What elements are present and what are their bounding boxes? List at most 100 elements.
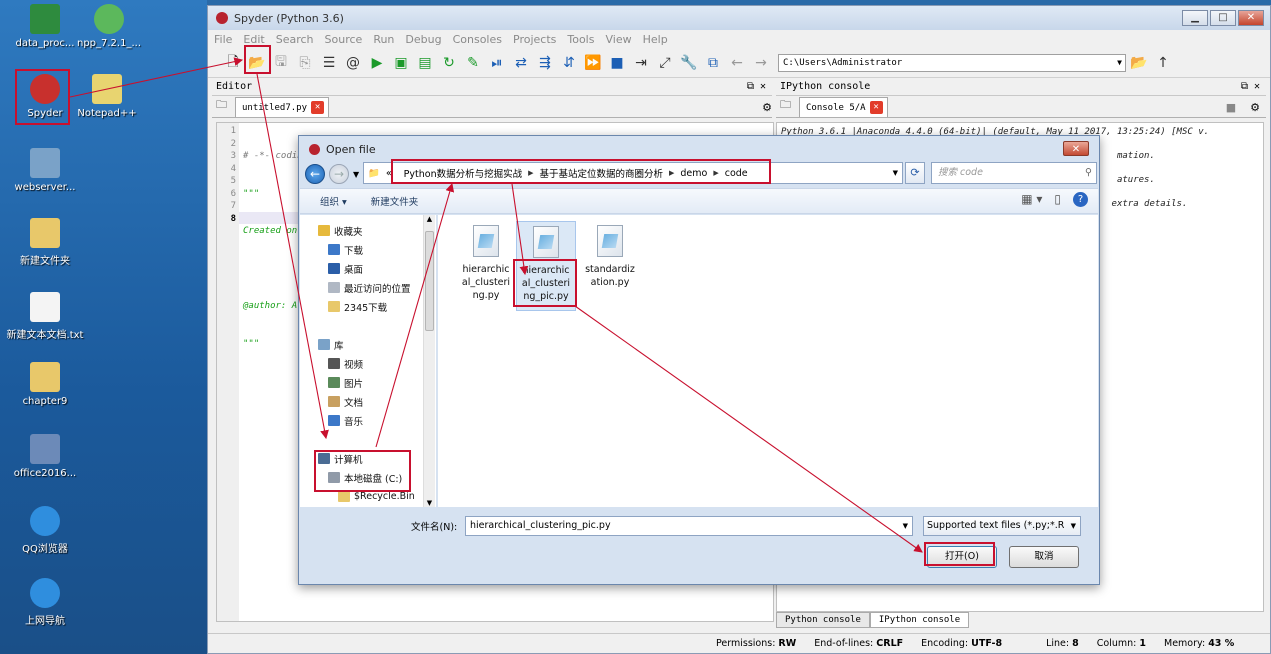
breadcrumb-code[interactable]: code: [719, 168, 754, 179]
tab-console-5a[interactable]: Console 5/A ✕: [799, 97, 888, 117]
save-all-icon[interactable]: ⎘: [294, 52, 316, 74]
cancel-button[interactable]: 取消: [1009, 546, 1079, 568]
step-into-icon[interactable]: ⇶: [534, 52, 556, 74]
stop-icon[interactable]: ■: [606, 52, 628, 74]
desktop-icon-notepadpp[interactable]: Notepad++: [62, 74, 152, 119]
open-button[interactable]: 打开(O): [927, 546, 997, 568]
file-browser-icon[interactable]: 🗀: [216, 96, 227, 115]
nav-item[interactable]: $Recycle.Bin: [300, 487, 436, 506]
menu-search[interactable]: Search: [276, 33, 314, 46]
step-return-icon[interactable]: ⇵: [558, 52, 580, 74]
breadcrumb[interactable]: 📁 « Python数据分析与挖掘实战 ▶ 基于基站定位数据的商圈分析 ▶ de…: [363, 162, 903, 184]
nav-item[interactable]: 本地磁盘 (C:): [300, 468, 436, 487]
maximize-pane-icon[interactable]: ⇥: [630, 52, 652, 74]
title-bar[interactable]: Spyder (Python 3.6) ▁ □ ✕: [208, 6, 1270, 30]
menu-run[interactable]: Run: [373, 33, 394, 46]
desktop-icon-chapter9[interactable]: chapter9: [0, 362, 90, 407]
undock-close-icons[interactable]: ⧉ ✕: [1241, 78, 1260, 96]
refresh-icon[interactable]: ⟳: [905, 162, 925, 184]
python-path-icon[interactable]: ⧉: [702, 52, 724, 74]
dialog-title-bar[interactable]: Open file: [299, 136, 1099, 162]
gear-icon[interactable]: ⚙: [762, 101, 772, 114]
nav-scrollbar[interactable]: ▲ ▼: [423, 215, 435, 507]
fullscreen-icon[interactable]: ⤢: [654, 52, 676, 74]
rerun-icon[interactable]: ↻: [438, 52, 460, 74]
breadcrumb-chapter[interactable]: 基于基站定位数据的商圈分析: [533, 166, 669, 180]
new-file-icon[interactable]: 🗋: [222, 52, 244, 74]
preferences-icon[interactable]: 🔧: [678, 52, 700, 74]
open-folder-icon[interactable]: 📂: [246, 52, 268, 74]
menu-view[interactable]: View: [605, 33, 631, 46]
nav-item[interactable]: 音乐: [300, 411, 436, 430]
debug-icon[interactable]: ⏯: [486, 52, 508, 74]
menu-source[interactable]: Source: [325, 33, 363, 46]
gear-icon[interactable]: ⚙: [1250, 101, 1260, 114]
wrench-run-icon[interactable]: ✎: [462, 52, 484, 74]
file-browser-icon[interactable]: 🗀: [780, 96, 791, 115]
maximize-button[interactable]: □: [1210, 10, 1236, 26]
nav-item[interactable]: 2345下载: [300, 297, 436, 316]
chevron-down-icon[interactable]: ▼: [903, 517, 908, 535]
organize-button[interactable]: 组织 ▾: [320, 194, 347, 208]
nav-item[interactable]: 下载: [300, 240, 436, 259]
list-icon[interactable]: ☰: [318, 52, 340, 74]
run-cell-advance-icon[interactable]: ▤: [414, 52, 436, 74]
nav-item[interactable]: 计算机: [300, 449, 436, 468]
nav-item[interactable]: 收藏夹: [300, 221, 436, 240]
desktop-icon-qqbrowser[interactable]: QQ浏览器: [0, 506, 90, 555]
forward-icon[interactable]: →: [750, 52, 772, 74]
undock-close-icons[interactable]: ⧉ ✕: [747, 78, 766, 96]
menu-consoles[interactable]: Consoles: [453, 33, 502, 46]
desktop-icon-nav[interactable]: 上网导航: [0, 578, 90, 627]
close-button[interactable]: ✕: [1238, 10, 1264, 26]
working-directory-combo[interactable]: C:\Users\Administrator ▼: [778, 53, 1126, 72]
save-icon[interactable]: 🖫: [270, 52, 292, 74]
desktop-icon-new-folder[interactable]: 新建文件夹: [0, 218, 90, 267]
nav-item[interactable]: 视频: [300, 354, 436, 373]
view-options-icon[interactable]: ▦ ▾: [1021, 192, 1042, 207]
filename-input[interactable]: hierarchical_clustering_pic.py ▼: [465, 516, 913, 536]
menu-edit[interactable]: Edit: [243, 33, 264, 46]
file-item-selected[interactable]: hierarchic al_clusteri ng_pic.py: [516, 221, 576, 311]
file-type-filter[interactable]: Supported text files (*.py;*.R ▼: [923, 516, 1081, 536]
tab-untitled7[interactable]: untitled7.py ✕: [235, 97, 330, 117]
desktop-icon-webserver[interactable]: webserver...: [0, 148, 90, 193]
recent-chevron-icon[interactable]: ▼: [353, 170, 359, 179]
file-item[interactable]: hierarchic al_clusteri ng.py: [456, 225, 516, 302]
menu-help[interactable]: Help: [643, 33, 668, 46]
minimize-button[interactable]: ▁: [1182, 10, 1208, 26]
back-icon[interactable]: ←: [726, 52, 748, 74]
new-folder-button[interactable]: 新建文件夹: [371, 194, 419, 208]
breadcrumb-python-book[interactable]: Python数据分析与挖掘实战: [398, 166, 528, 180]
preview-pane-icon[interactable]: ▯: [1054, 192, 1061, 207]
back-arrow-icon[interactable]: ←: [305, 164, 325, 184]
menu-debug[interactable]: Debug: [405, 33, 441, 46]
stop-square-icon[interactable]: ■: [1226, 101, 1236, 114]
desktop-icon-office[interactable]: office2016...: [0, 434, 90, 479]
desktop-icon-npp[interactable]: npp_7.2.1_...: [64, 4, 154, 49]
desktop-icon-new-text[interactable]: 新建文本文档.txt: [0, 292, 90, 341]
menu-file[interactable]: File: [214, 33, 232, 46]
run-icon[interactable]: ▶: [366, 52, 388, 74]
nav-item[interactable]: 桌面: [300, 259, 436, 278]
help-icon[interactable]: ?: [1073, 192, 1088, 207]
close-tab-icon[interactable]: ✕: [869, 101, 883, 114]
tab-python-console[interactable]: Python console: [776, 612, 870, 628]
chevron-down-icon[interactable]: ▼: [893, 169, 898, 177]
step-icon[interactable]: ⇄: [510, 52, 532, 74]
nav-item[interactable]: 库: [300, 335, 436, 354]
browse-folder-icon[interactable]: 📂: [1128, 52, 1150, 74]
nav-item[interactable]: 图片: [300, 373, 436, 392]
file-item[interactable]: standardiz ation.py: [580, 225, 640, 289]
at-icon[interactable]: @: [342, 52, 364, 74]
nav-item[interactable]: 文档: [300, 392, 436, 411]
run-cell-icon[interactable]: ▣: [390, 52, 412, 74]
close-tab-icon[interactable]: ✕: [311, 101, 325, 114]
breadcrumb-demo[interactable]: demo: [674, 168, 713, 179]
up-arrow-icon[interactable]: ↑: [1152, 52, 1174, 74]
continue-icon[interactable]: ⏩: [582, 52, 604, 74]
dialog-close-button[interactable]: ✕: [1063, 141, 1089, 156]
nav-item[interactable]: 最近访问的位置: [300, 278, 436, 297]
menu-projects[interactable]: Projects: [513, 33, 556, 46]
search-input[interactable]: 搜索 code ⚲: [931, 162, 1097, 184]
